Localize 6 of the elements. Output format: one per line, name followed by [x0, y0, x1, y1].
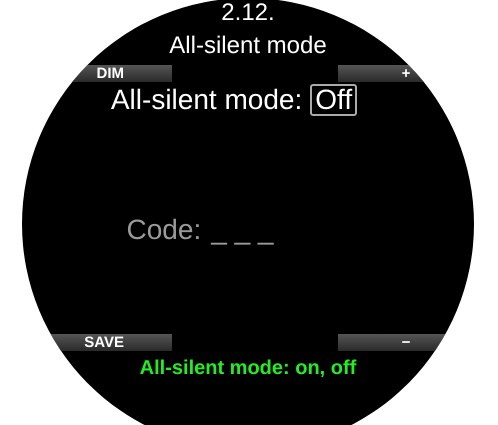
screen-title: All-silent mode — [169, 33, 327, 59]
hint-text: All-silent mode: on, off — [140, 357, 356, 380]
setting-value[interactable]: Off — [310, 84, 358, 116]
setting-label: All-silent mode: — [110, 84, 302, 116]
menu-number: 2.12. — [221, 0, 275, 26]
code-label: Code: — [126, 214, 202, 246]
